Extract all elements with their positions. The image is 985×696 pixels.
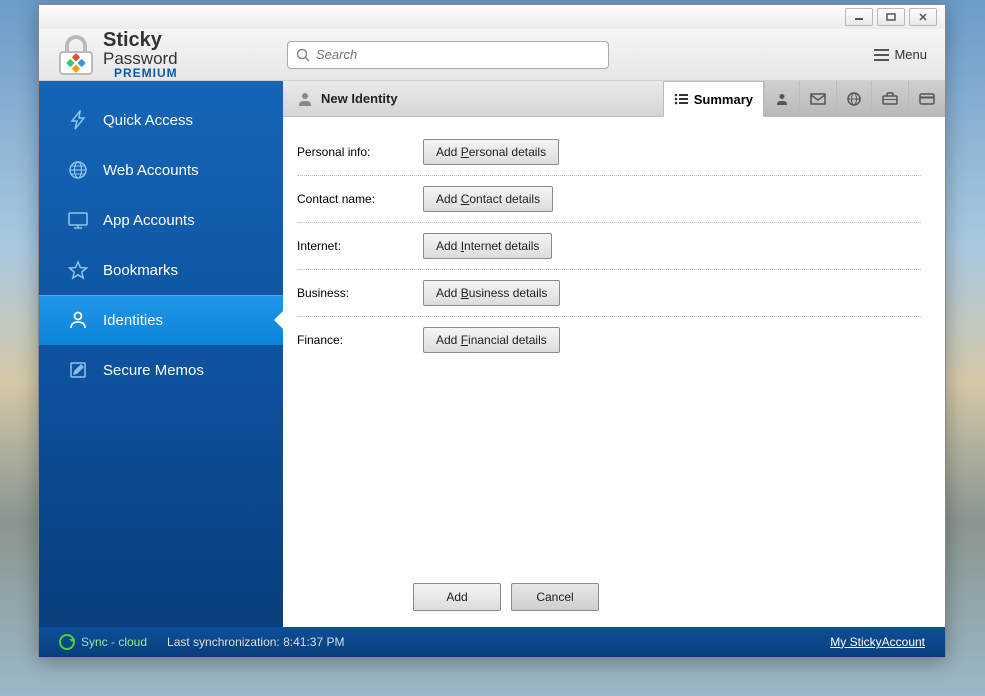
tab-business[interactable] [871,81,908,116]
logo-tier: PREMIUM [103,67,178,79]
tab-internet[interactable] [836,81,871,116]
add-contact-button[interactable]: Add Contact details [423,186,553,212]
logo-text-2: Password [103,50,178,67]
tab-finance[interactable] [908,81,945,116]
memo-icon [67,359,89,381]
person-icon [775,92,789,106]
content-title-area: New Identity [283,81,663,116]
sidebar-item-app-accounts[interactable]: App Accounts [39,195,283,245]
menu-label: Menu [894,47,927,62]
bolt-icon [67,109,89,131]
sync-status[interactable]: Sync - cloud [59,634,147,650]
tab-contact[interactable] [799,81,836,116]
add-financial-button[interactable]: Add Financial details [423,327,560,353]
content: New Identity Summary [283,81,945,627]
row-label: Personal info: [297,145,405,159]
minimize-button[interactable] [845,8,873,26]
content-title: New Identity [321,91,398,106]
tab-summary[interactable]: Summary [663,81,764,117]
topbar: Sticky Password PREMIUM Menu [39,29,945,81]
row-label: Business: [297,286,405,300]
tab-label: Summary [694,92,753,107]
mail-icon [810,93,826,105]
sidebar-item-label: App Accounts [103,212,195,229]
tab-strip: Summary [663,81,945,116]
person-icon [297,91,313,107]
statusbar: Sync - cloud Last synchronization: 8:41:… [39,627,945,657]
cancel-button[interactable]: Cancel [511,583,599,611]
content-header: New Identity Summary [283,81,945,117]
add-button[interactable]: Add [413,583,501,611]
last-sync: Last synchronization: 8:41:37 PM [167,635,344,649]
row-contact: Contact name: Add Contact details [297,176,921,223]
card-icon [919,93,935,105]
sidebar-item-label: Quick Access [103,112,193,129]
sidebar-item-label: Identities [103,312,163,329]
sync-label: Sync - cloud [81,635,147,649]
app-window: Sticky Password PREMIUM Menu Quick Acces… [38,4,946,658]
titlebar [39,5,945,29]
logo-text-1: Sticky [103,30,178,50]
person-icon [67,309,89,331]
sidebar-item-bookmarks[interactable]: Bookmarks [39,245,283,295]
my-account-link[interactable]: My StickyAccount [830,635,925,649]
menu-button[interactable]: Menu [874,47,927,62]
search-box[interactable] [287,41,609,69]
row-business: Business: Add Business details [297,270,921,317]
maximize-button[interactable] [877,8,905,26]
bottom-buttons: Add Cancel [283,573,945,627]
sidebar-item-label: Web Accounts [103,162,199,179]
search-icon [296,48,310,62]
logo: Sticky Password PREMIUM [39,29,283,80]
briefcase-icon [882,92,898,105]
body: Quick Access Web Accounts App Accounts B… [39,81,945,627]
globe-icon [847,92,861,106]
row-personal: Personal info: Add Personal details [297,129,921,176]
row-label: Contact name: [297,192,405,206]
sidebar-item-secure-memos[interactable]: Secure Memos [39,345,283,395]
hamburger-icon [874,49,889,61]
list-icon [674,93,688,105]
add-personal-button[interactable]: Add Personal details [423,139,559,165]
add-business-button[interactable]: Add Business details [423,280,560,306]
sidebar-item-quick-access[interactable]: Quick Access [39,95,283,145]
monitor-icon [67,209,89,231]
row-label: Finance: [297,333,405,347]
row-finance: Finance: Add Financial details [297,317,921,363]
sidebar: Quick Access Web Accounts App Accounts B… [39,81,283,627]
sidebar-item-identities[interactable]: Identities [39,295,283,345]
sync-icon [59,634,75,650]
globe-icon [67,159,89,181]
tab-personal[interactable] [764,81,799,116]
sidebar-item-label: Bookmarks [103,262,178,279]
form-area: Personal info: Add Personal details Cont… [283,117,945,573]
star-icon [67,259,89,281]
sidebar-item-label: Secure Memos [103,362,204,379]
add-internet-button[interactable]: Add Internet details [423,233,552,259]
search-input[interactable] [316,47,600,62]
close-button[interactable] [909,8,937,26]
lock-icon [59,35,93,75]
row-internet: Internet: Add Internet details [297,223,921,270]
row-label: Internet: [297,239,405,253]
sidebar-item-web-accounts[interactable]: Web Accounts [39,145,283,195]
